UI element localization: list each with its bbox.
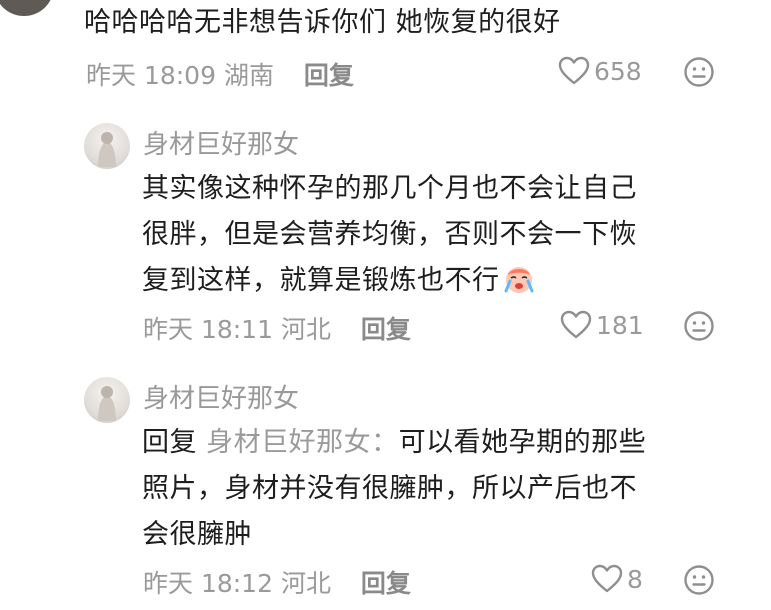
like-count: 181 [596, 310, 644, 340]
emoji-reaction-button[interactable] [683, 56, 715, 92]
comment-meta: 昨天 18:09 湖南 回复 [86, 56, 354, 92]
comment-meta: 昨天 18:11 河北 回复 [143, 310, 411, 346]
comment-time: 昨天 18:12 [143, 569, 273, 598]
comment-line: 回复 身材巨好那女：可以看她孕期的那些 [142, 427, 647, 458]
like-count: 8 [627, 564, 643, 594]
username[interactable]: 身材巨好那女 [143, 378, 299, 415]
comment-line: 很胖，但是会营养均衡，否则不会一下恢 [142, 219, 637, 250]
comment-location: 湖南 [223, 61, 274, 90]
like-button[interactable]: 658 [558, 56, 642, 86]
user-photo-icon [98, 386, 116, 421]
comment-line: 照片，身材并没有很臃肿，所以产后也不 [142, 473, 637, 504]
neutral-face-icon [684, 311, 714, 341]
comment-meta: 昨天 18:12 河北 回复 [143, 564, 411, 600]
comment-time: 昨天 18:09 [86, 61, 216, 90]
crying-face-emoji-icon [504, 267, 533, 293]
username[interactable]: 身材巨好那女 [143, 124, 299, 161]
heart-icon [591, 564, 623, 593]
comment-line: 会很臃肿 [142, 519, 252, 550]
comment-text: 其实像这种怀孕的那几个月也不会让自己 很胖，但是会营养均衡，否则不会一下恢 复到… [142, 166, 637, 304]
comment-line: 其实像这种怀孕的那几个月也不会让自己 [142, 173, 637, 204]
avatar[interactable] [0, 0, 54, 16]
like-button[interactable]: 8 [591, 564, 643, 594]
neutral-face-icon [684, 565, 714, 595]
comment-text: 回复 身材巨好那女：可以看她孕期的那些 照片，身材并没有很臃肿，所以产后也不 会… [142, 420, 646, 558]
reply-button[interactable]: 回复 [361, 569, 411, 598]
neutral-face-icon [684, 57, 714, 87]
comment-time: 昨天 18:11 [143, 315, 273, 344]
comment-location: 河北 [280, 315, 331, 344]
comment-text: 哈哈哈哈无非想告诉你们 她恢复的很好 [84, 7, 561, 38]
comment-line: 复到这样，就算是锻炼也不行 [142, 258, 637, 304]
reply-prefix: 回复 [142, 427, 197, 458]
emoji-reaction-button[interactable] [683, 564, 715, 600]
emoji-reaction-button[interactable] [683, 310, 715, 346]
heart-icon [558, 56, 590, 85]
reply-button[interactable]: 回复 [304, 61, 354, 90]
user-photo-icon [98, 132, 116, 167]
like-button[interactable]: 181 [560, 310, 644, 340]
like-count: 658 [594, 56, 642, 86]
reply-button[interactable]: 回复 [361, 315, 411, 344]
avatar[interactable] [84, 377, 130, 423]
avatar[interactable] [84, 123, 130, 169]
heart-icon [560, 310, 592, 339]
comment-location: 河北 [280, 569, 331, 598]
reply-target-username[interactable]: 身材巨好那女： [206, 427, 399, 458]
